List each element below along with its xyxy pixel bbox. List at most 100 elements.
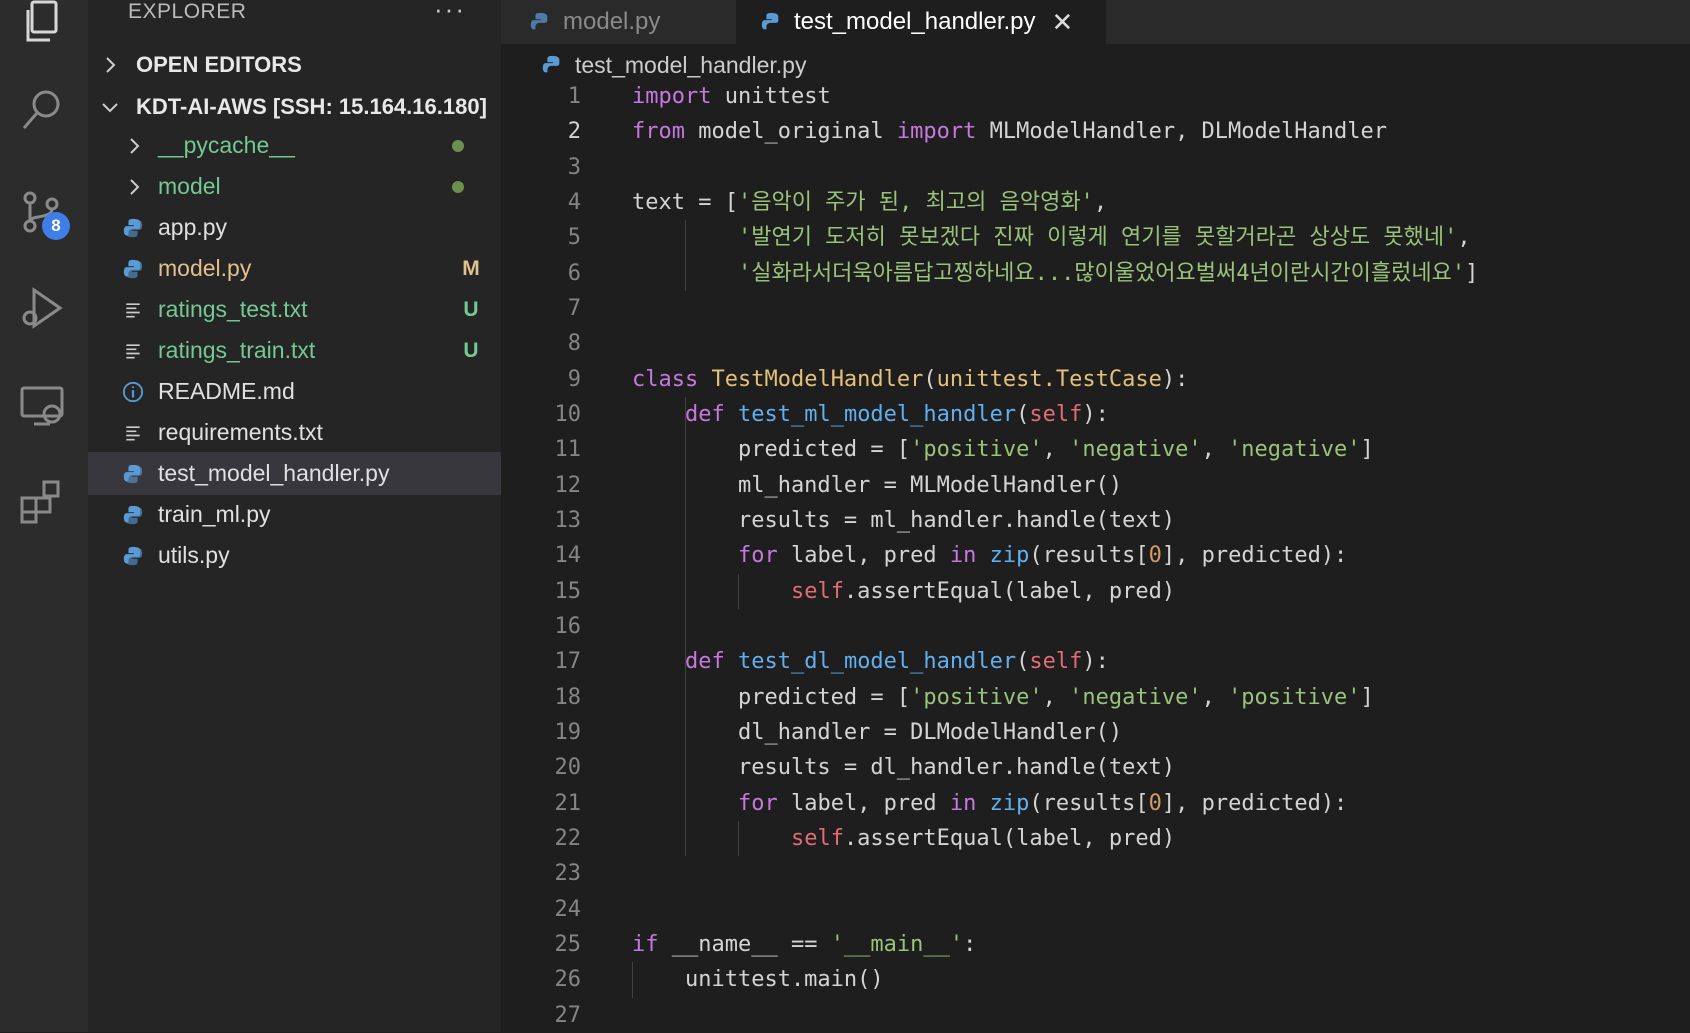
search-icon[interactable] (14, 82, 70, 138)
code-token: zip (989, 790, 1030, 816)
code-token: 'positive' (1228, 684, 1361, 710)
file-test-model-handler[interactable]: test_model_handler.py (88, 452, 501, 495)
status-dot (452, 139, 464, 152)
python-file-icon (120, 543, 146, 569)
chevron-down-icon (102, 103, 118, 113)
code-token: 'negative' (1228, 437, 1361, 463)
extensions-icon[interactable] (14, 474, 70, 530)
line-number: 10 (554, 401, 582, 427)
file-readme[interactable]: README.md (88, 370, 501, 413)
tab-test-model-handler[interactable]: test_model_handler.py ✕ (736, 0, 1106, 44)
file-ratings-test[interactable]: ratings_test.txt U (88, 288, 501, 331)
python-file-icon (761, 12, 779, 30)
code-line: from model_original import MLModelHandle… (632, 114, 1387, 149)
code-token: predicted = [ (632, 437, 911, 463)
file-model-py[interactable]: model.py M (88, 247, 501, 290)
code-token: def (684, 401, 725, 427)
code-token: ], predicted): (1161, 790, 1348, 816)
code-token: 0 (1148, 790, 1162, 816)
line-number: 14 (554, 543, 582, 569)
code-token: import (632, 84, 712, 109)
python-file-icon (120, 461, 146, 487)
code-line: for label, pred in zip(results[0], predi… (632, 538, 1347, 573)
code-token: , (1093, 189, 1108, 215)
python-file-icon (120, 256, 146, 282)
file-name: ratings_train.txt (158, 337, 316, 363)
line-number: 17 (554, 649, 582, 675)
folder-pycache[interactable]: __pycache__ (88, 124, 501, 167)
explorer-title: EXPLORER (128, 0, 247, 23)
code-token: , (1457, 225, 1471, 251)
file-name: ratings_test.txt (158, 296, 308, 322)
run-debug-icon[interactable] (14, 280, 70, 336)
code-token: .assertEqual(label, pred) (843, 825, 1176, 851)
code-token: ] (1360, 437, 1374, 463)
code-token: dl_handler = DLModelHandler() (632, 719, 1123, 745)
file-utils[interactable]: utils.py (88, 534, 501, 577)
code-token: self (790, 825, 844, 851)
code-token: text = [ (632, 189, 738, 215)
code-line: text = ['음악이 주가 된, 최고의 음악영화', (632, 185, 1107, 220)
code-token: '실화라서더욱아름답고찡하네요...많이울었어요벌써4년이란시간이흘렀네요' (737, 260, 1466, 286)
code-token: 'positive' (910, 437, 1043, 463)
line-number: 27 (554, 1002, 582, 1028)
chevron-right-icon (106, 57, 116, 73)
file-name: test_model_handler.py (158, 460, 390, 486)
code-token: ): (1161, 366, 1189, 392)
folder-model[interactable]: model (88, 165, 501, 208)
code-token: results = dl_handler.handle(text) (632, 755, 1176, 781)
file-name: model.py (158, 255, 252, 281)
info-icon (120, 379, 146, 405)
code-token: test_ml_model_handler (737, 401, 1017, 427)
code-token: MLModelHandler, DLModelHandler (976, 119, 1387, 145)
line-number: 7 (567, 295, 581, 321)
text-file-icon (120, 420, 146, 446)
code-line: predicted = ['positive', 'negative', 'ne… (632, 432, 1374, 467)
file-train-ml[interactable]: train_ml.py (88, 493, 501, 536)
files-icon[interactable] (14, 0, 70, 50)
indent-guide (738, 573, 739, 609)
workspace-section[interactable]: KDT-AI-AWS [SSH: 15.164.16.180] (88, 86, 501, 128)
line-number: 20 (554, 755, 582, 781)
code-line: def test_ml_model_handler(self): (632, 397, 1109, 432)
code-token: ( (923, 366, 937, 392)
line-number: 21 (554, 790, 582, 816)
explorer-sidebar: EXPLORER ··· OPEN EDITORS KDT-AI-AWS [SS… (88, 0, 501, 1032)
line-number: 13 (554, 507, 582, 533)
line-number: 18 (554, 684, 582, 710)
code-token: predicted = [ (632, 684, 911, 710)
line-number: 8 (567, 331, 581, 357)
code-token: test_dl_model_handler (737, 649, 1017, 675)
python-file-icon (120, 215, 146, 241)
line-number: 26 (554, 967, 582, 993)
line-number: 3 (567, 154, 581, 180)
more-actions-icon[interactable]: ··· (434, 0, 466, 25)
code-token: 0 (1148, 543, 1162, 569)
close-icon[interactable]: ✕ (1052, 7, 1074, 38)
code-token: label, pred (777, 790, 950, 816)
code-token: if (632, 931, 659, 957)
python-file-icon (530, 12, 548, 30)
tab-model-py[interactable]: model.py (529, 0, 660, 44)
file-app-py[interactable]: app.py (88, 206, 501, 249)
python-file-icon (120, 502, 146, 528)
breadcrumb[interactable]: test_model_handler.py (541, 48, 806, 82)
file-ratings-train[interactable]: ratings_train.txt U (88, 329, 501, 372)
code-editor[interactable]: 1 2 3 4 5 6 7 8 9 10 11 12 13 14 15 16 17 18 19 20 21 22 23 24 2… (501, 84, 1690, 1032)
code-token: for (737, 543, 778, 569)
editor-tabs: model.py test_model_handler.py ✕ (501, 0, 1690, 44)
code-token: unittest.TestCase (936, 366, 1162, 392)
code-token: TestModelHandler (711, 366, 924, 392)
remote-explorer-icon[interactable] (14, 378, 70, 434)
code-line: '발연기 도저히 못보겠다 진짜 이렇게 연기를 못할거라곤 상상도 못했네', (632, 220, 1471, 255)
source-control-icon[interactable]: 8 (14, 184, 70, 240)
open-editors-section[interactable]: OPEN EDITORS (88, 44, 501, 86)
code-token: '발연기 도저히 못보겠다 진짜 이렇게 연기를 못할거라곤 상상도 못했네' (737, 225, 1458, 251)
file-requirements[interactable]: requirements.txt (88, 411, 501, 454)
code-line: results = ml_handler.handle(text) (632, 503, 1175, 538)
